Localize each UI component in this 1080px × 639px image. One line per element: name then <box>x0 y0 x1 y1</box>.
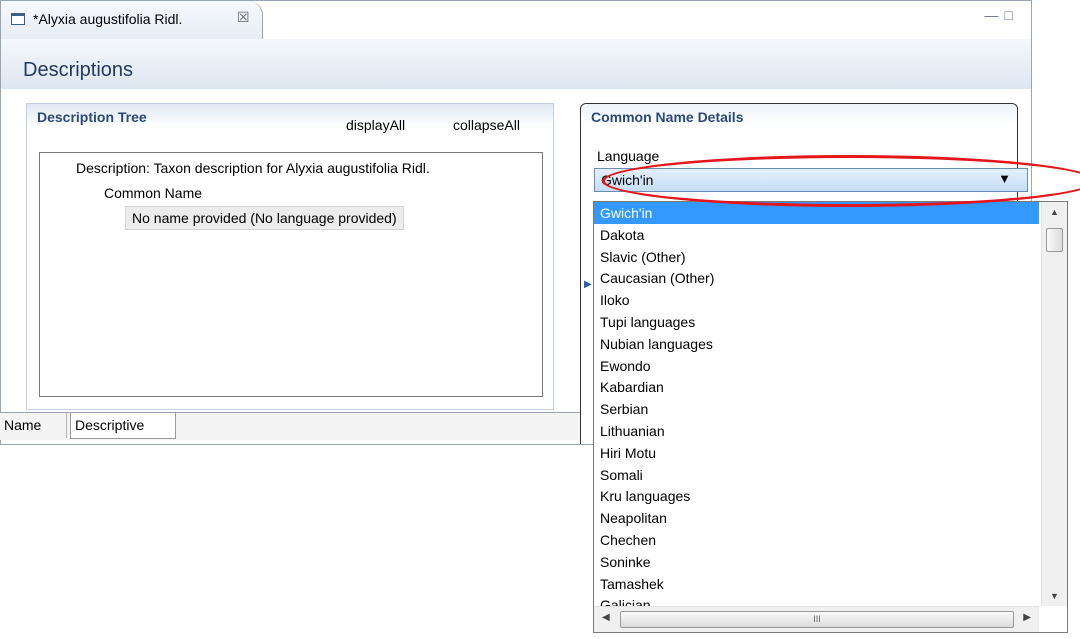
common-name-details-title: Common Name Details <box>591 109 744 125</box>
close-icon[interactable]: ☒ <box>237 9 250 26</box>
language-option[interactable]: Dakota <box>594 224 1039 246</box>
language-option[interactable]: Chechen <box>594 529 1039 551</box>
sash-arrow-icon: ▶ <box>584 279 592 290</box>
tree-node-description[interactable]: Description: Taxon description for Alyxi… <box>76 160 430 176</box>
language-dropdown-list[interactable]: Gwich'in Dakota Slavic (Other) Caucasian… <box>593 201 1068 633</box>
language-option[interactable]: Nubian languages <box>594 333 1039 355</box>
language-option[interactable]: Kru languages <box>594 485 1039 507</box>
horizontal-scroll-thumb[interactable]: III <box>620 611 1014 628</box>
language-options: Gwich'in Dakota Slavic (Other) Caucasian… <box>594 202 1039 616</box>
dropdown-arrow-icon[interactable]: ▼ <box>998 171 1011 186</box>
editor-tab-title: *Alyxia augustifolia Ridl. <box>33 11 183 27</box>
language-option[interactable]: Gwich'in <box>594 202 1039 224</box>
language-option[interactable]: Lithuanian <box>594 420 1039 442</box>
language-option[interactable]: Neapolitan <box>594 507 1039 529</box>
scroll-up-icon[interactable]: ▲ <box>1050 207 1059 217</box>
language-option[interactable]: Soninke <box>594 551 1039 573</box>
common-name-details-header: Common Name Details <box>581 104 1017 126</box>
minimize-maximize-icon[interactable]: —□ <box>985 7 1019 23</box>
horizontal-scrollbar[interactable]: ◀ III ▶ <box>594 606 1039 632</box>
tree-node-no-name[interactable]: No name provided (No language provided) <box>125 206 404 230</box>
language-option[interactable]: Tamashek <box>594 573 1039 595</box>
language-option[interactable]: Tupi languages <box>594 311 1039 333</box>
collapse-all-link[interactable]: collapseAll <box>453 117 520 133</box>
description-tree-title: Description Tree <box>37 109 147 125</box>
tab-name[interactable]: Name <box>0 413 67 438</box>
language-option[interactable]: Serbian <box>594 398 1039 420</box>
vertical-scrollbar[interactable]: ▲ ▼ <box>1041 202 1067 606</box>
vertical-scroll-thumb[interactable] <box>1046 228 1063 252</box>
language-option[interactable]: Hiri Motu <box>594 442 1039 464</box>
language-label: Language <box>597 148 660 164</box>
page-header: Descriptions <box>1 39 1031 89</box>
tab-descriptive[interactable]: Descriptive <box>70 413 176 439</box>
page-title: Descriptions <box>23 59 134 81</box>
language-option[interactable]: Slavic (Other) <box>594 246 1039 268</box>
scroll-left-icon[interactable]: ◀ <box>602 612 610 623</box>
language-option[interactable]: Caucasian (Other) <box>594 267 1039 289</box>
tree-node-common-name[interactable]: Common Name <box>104 185 202 201</box>
window-icon <box>11 13 25 25</box>
scroll-down-icon[interactable]: ▼ <box>1050 591 1059 601</box>
scroll-right-icon[interactable]: ▶ <box>1023 612 1031 623</box>
language-option[interactable]: Ewondo <box>594 355 1039 377</box>
language-combo-value: Gwich'in <box>601 172 654 188</box>
language-option[interactable]: Somali <box>594 464 1039 486</box>
bottom-tab-bar: Name Descriptive <box>0 412 592 440</box>
language-option[interactable]: Iloko <box>594 289 1039 311</box>
editor-tab[interactable]: *Alyxia augustifolia Ridl. ☒ <box>1 1 263 39</box>
language-option[interactable]: Kabardian <box>594 376 1039 398</box>
editor-tab-bar: *Alyxia augustifolia Ridl. ☒ —□ <box>1 1 1031 40</box>
language-combo[interactable]: Gwich'in ▼ <box>594 168 1028 192</box>
display-all-link[interactable]: displayAll <box>346 117 405 133</box>
